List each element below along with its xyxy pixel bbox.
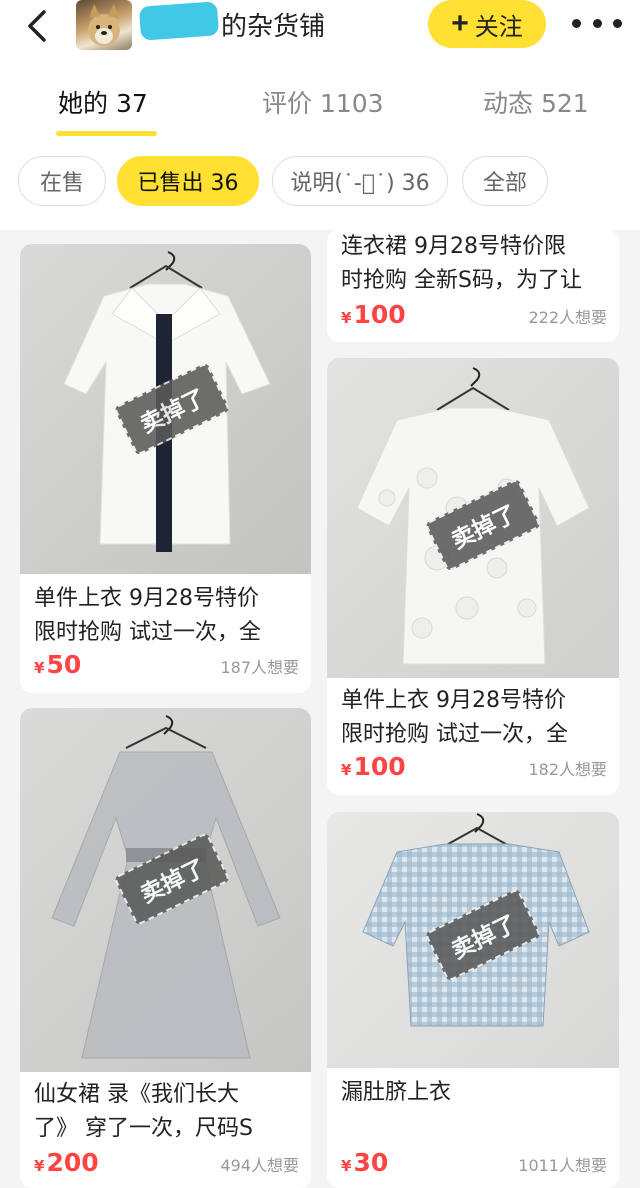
- price-value: 100: [353, 300, 406, 329]
- filter-all[interactable]: 全部: [462, 156, 548, 206]
- currency-symbol: ¥: [341, 1157, 352, 1175]
- filter-sold[interactable]: 已售出 36: [117, 156, 259, 206]
- tab-posts[interactable]: 动态 521: [483, 84, 589, 120]
- wants-count: 182人想要: [528, 760, 607, 779]
- follow-label: 关注: [474, 13, 523, 41]
- wants-count: 222人想要: [528, 308, 607, 327]
- filter-notes[interactable]: 说明(˙-ᷦ˙) 36: [272, 156, 448, 206]
- title-line: 时抢购 全新S码，为了让: [341, 268, 582, 293]
- sold-stamp-text: 卖掉了: [447, 910, 522, 965]
- title-line: 单件上衣 9月28号特价: [34, 586, 259, 611]
- product-price: ¥100: [341, 300, 406, 329]
- title-line: 限时抢购 试过一次，全: [341, 722, 568, 747]
- title-line: 了》 穿了一次，尺码S: [34, 1116, 253, 1141]
- price-value: 30: [353, 1148, 389, 1177]
- product-price: ¥30: [341, 1148, 388, 1177]
- filter-bar: 在售 已售出 36 说明(˙-ᷦ˙) 36 全部: [0, 142, 640, 230]
- wants-count: 187人想要: [220, 658, 299, 677]
- tab-reviews[interactable]: 评价 1103: [262, 84, 384, 120]
- shop-avatar[interactable]: [76, 0, 132, 50]
- filter-on-sale[interactable]: 在售: [18, 156, 106, 206]
- follow-button[interactable]: + 关注: [428, 0, 546, 48]
- price-value: 50: [46, 650, 82, 679]
- product-card[interactable]: 连衣裙 9月28号特价限 时抢购 全新S码，为了让 ¥100 222人想要: [327, 230, 619, 342]
- currency-symbol: ¥: [341, 761, 352, 779]
- profile-tabs: 她的 37 评价 1103 动态 521: [0, 60, 640, 142]
- active-tab-indicator: [56, 131, 157, 136]
- price-value: 100: [353, 752, 406, 781]
- product-card[interactable]: 单件上衣 9月28号特价 限时抢购 试过一次，全 ¥100 182人想要 卖掉了: [327, 358, 619, 795]
- product-title: 单件上衣 9月28号特价 限时抢购 试过一次，全: [34, 582, 301, 650]
- plus-icon: +: [451, 7, 469, 40]
- sold-stamp: 卖掉了: [113, 831, 244, 927]
- title-line: 连衣裙 9月28号特价限: [341, 234, 566, 259]
- product-price: ¥50: [34, 650, 81, 679]
- sold-stamp-text: 卖掉了: [136, 384, 211, 439]
- back-arrow-icon[interactable]: [20, 8, 56, 44]
- sold-stamp: 卖掉了: [424, 887, 555, 983]
- product-card[interactable]: 单件上衣 9月28号特价 限时抢购 试过一次，全 ¥50 187人想要 卖掉了: [20, 244, 311, 693]
- currency-symbol: ¥: [341, 309, 352, 327]
- title-line: 单件上衣 9月28号特价: [341, 688, 566, 713]
- title-line: 漏肚脐上衣: [341, 1080, 452, 1105]
- wants-count: 494人想要: [220, 1156, 299, 1175]
- wants-count: 1011人想要: [518, 1156, 607, 1175]
- product-title: 单件上衣 9月28号特价 限时抢购 试过一次，全: [341, 684, 609, 752]
- currency-symbol: ¥: [34, 659, 45, 677]
- product-card[interactable]: 漏肚脐上衣 ¥30 1011人想要 卖掉了: [327, 812, 619, 1188]
- product-title: 仙女裙 录《我们长大 了》 穿了一次，尺码S: [34, 1078, 301, 1146]
- tab-hers[interactable]: 她的 37: [58, 84, 148, 120]
- more-options-icon[interactable]: [572, 8, 622, 38]
- product-card[interactable]: 仙女裙 录《我们长大 了》 穿了一次，尺码S ¥200 494人想要 卖掉了: [20, 708, 311, 1188]
- product-price: ¥200: [34, 1148, 99, 1177]
- redaction-scribble: [138, 1, 220, 41]
- product-price: ¥100: [341, 752, 406, 781]
- title-line: 仙女裙 录《我们长大: [34, 1082, 239, 1107]
- shop-name-text: 的杂货铺: [221, 12, 326, 42]
- shop-header: 的杂货铺 + 关注: [0, 0, 640, 60]
- dog-avatar-icon: [88, 4, 120, 46]
- sold-stamp: 卖掉了: [113, 361, 244, 457]
- sold-stamp-text: 卖掉了: [447, 500, 522, 555]
- product-title: 漏肚脐上衣: [341, 1076, 609, 1110]
- currency-symbol: ¥: [34, 1157, 45, 1175]
- title-line: 限时抢购 试过一次，全: [34, 620, 261, 645]
- price-value: 200: [46, 1148, 99, 1177]
- sold-stamp-text: 卖掉了: [136, 854, 211, 909]
- sold-stamp: 卖掉了: [424, 477, 555, 573]
- product-title: 连衣裙 9月28号特价限 时抢购 全新S码，为了让: [341, 230, 609, 298]
